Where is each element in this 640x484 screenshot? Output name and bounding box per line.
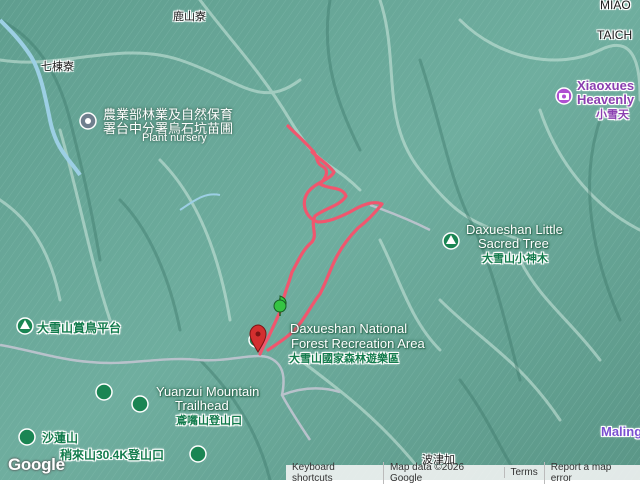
terms-link[interactable]: Terms (503, 467, 544, 478)
poi-label-jilai[interactable]: 稍來山30.4K登山口 (60, 446, 164, 463)
poi-label-park-en1[interactable]: Daxueshan National (290, 321, 407, 336)
poi-label-maling[interactable]: Maling (601, 424, 640, 439)
poi-label-nursery-en[interactable]: Plant nursery (142, 132, 207, 144)
poi-label-birding[interactable]: 大雪山賞鳥平台 (37, 319, 121, 336)
google-logo: Google (8, 455, 65, 474)
poi-label-xiaoxue-en1[interactable]: Xiaoxues (577, 78, 634, 93)
place-label-miaoli: MIAO (600, 0, 631, 12)
place-label-taichung: TAICH (597, 28, 633, 42)
info-dot-icon[interactable] (79, 112, 97, 130)
poi-label-xiaoxue-zh[interactable]: 小雪天 (596, 106, 629, 122)
report-error-link[interactable]: Report a map error (543, 461, 640, 484)
poi-label-yuanzui-zh[interactable]: 鳶嘴山登山口 (176, 412, 242, 428)
poi-label-sacred-en1[interactable]: Daxueshan Little (466, 222, 563, 237)
place-label-top-left-village: 鹿山寮 (173, 11, 206, 23)
poi-label-yuanzui-en1[interactable]: Yuanzui Mountain (156, 384, 259, 399)
poi-label-sacred-zh[interactable]: 大雪山小神木 (482, 250, 548, 266)
tree-icon[interactable] (442, 232, 460, 250)
poi-label-xiaoxue-en2[interactable]: Heavenly (577, 92, 634, 107)
poi-label-park-zh[interactable]: 大雪山國家森林遊樂區 (289, 350, 399, 366)
map-data-label: Map data ©2026 Google (382, 461, 504, 484)
attribution-bar: Keyboard shortcuts Map data ©2026 Google… (286, 461, 640, 484)
tree-icon[interactable] (16, 317, 34, 335)
keyboard-shortcuts-link[interactable]: Keyboard shortcuts (286, 462, 383, 484)
poi-label-sacred-en2[interactable]: Sacred Tree (478, 236, 549, 251)
poi-label-shalian[interactable]: 沙蓮山 (42, 429, 78, 446)
poi-label-park-en2[interactable]: Forest Recreation Area (291, 336, 425, 351)
camera-icon[interactable] (555, 87, 573, 105)
place-label-qiliao: 七棟寮 (41, 61, 74, 73)
poi-label-yuanzui-en2[interactable]: Trailhead (175, 398, 229, 413)
